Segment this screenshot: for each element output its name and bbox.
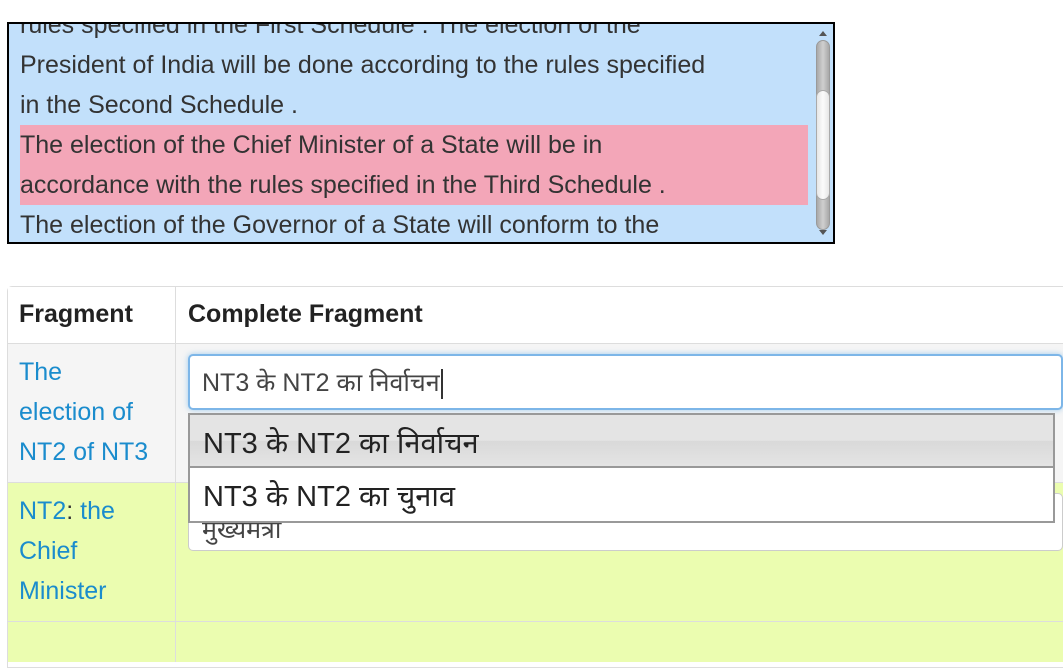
source-text-content: rules specified in the First Schedule . … (9, 22, 820, 242)
scrollbar-thumb[interactable] (816, 90, 830, 200)
source-text-panel[interactable]: rules specified in the First Schedule . … (7, 22, 835, 244)
complete-fragment-input[interactable]: NT3 के NT2 का निर्वाचन (188, 354, 1063, 410)
fragment-text: the (73, 497, 115, 525)
fragment-text: Minister (19, 577, 107, 605)
header-complete-fragment: Complete Fragment (188, 300, 423, 328)
source-line: in the Second Schedule . (20, 91, 298, 119)
fragment-text: election of (19, 398, 133, 426)
input-value: NT3 के NT2 का निर्वाचन (202, 369, 440, 397)
complete-fragment-cell (177, 622, 1063, 662)
highlighted-source-line: accordance with the rules specified in t… (20, 165, 808, 205)
vertical-scrollbar[interactable] (815, 24, 831, 242)
fragment-text: NT2 of NT3 (19, 438, 149, 466)
fragment-cell (8, 622, 176, 662)
autocomplete-dropdown: NT3 के NT2 का निर्वाचन NT3 के NT2 का चुन… (188, 413, 1055, 523)
scroll-down-arrow-icon[interactable] (819, 230, 827, 235)
source-line: President of India will be done accordin… (20, 51, 706, 79)
nonterminal-label[interactable]: NT2 (19, 497, 66, 525)
fragment-link[interactable]: NT2: the Chief Minister (19, 491, 164, 611)
table-header-row: Fragment Complete Fragment (8, 287, 1063, 343)
autocomplete-option[interactable]: NT3 के NT2 का चुनाव (190, 468, 1053, 521)
table-row (8, 621, 1063, 662)
fragment-text: The (19, 358, 63, 386)
scroll-up-arrow-icon[interactable] (819, 31, 827, 36)
source-line: The election of the Governor of a State … (20, 211, 660, 239)
text-caret (440, 369, 443, 400)
fragment-cell: NT2: the Chief Minister (8, 483, 176, 621)
fragment-text: Chief (19, 537, 78, 565)
fragment-link[interactable]: The election of NT2 of NT3 (19, 352, 164, 472)
source-line: rules specified in the First Schedule . … (20, 22, 641, 39)
header-fragment: Fragment (8, 287, 176, 343)
fragment-cell: The election of NT2 of NT3 (8, 344, 176, 482)
autocomplete-option[interactable]: NT3 के NT2 का निर्वाचन (190, 415, 1053, 468)
highlighted-source-line: The election of the Chief Minister of a … (20, 125, 808, 165)
